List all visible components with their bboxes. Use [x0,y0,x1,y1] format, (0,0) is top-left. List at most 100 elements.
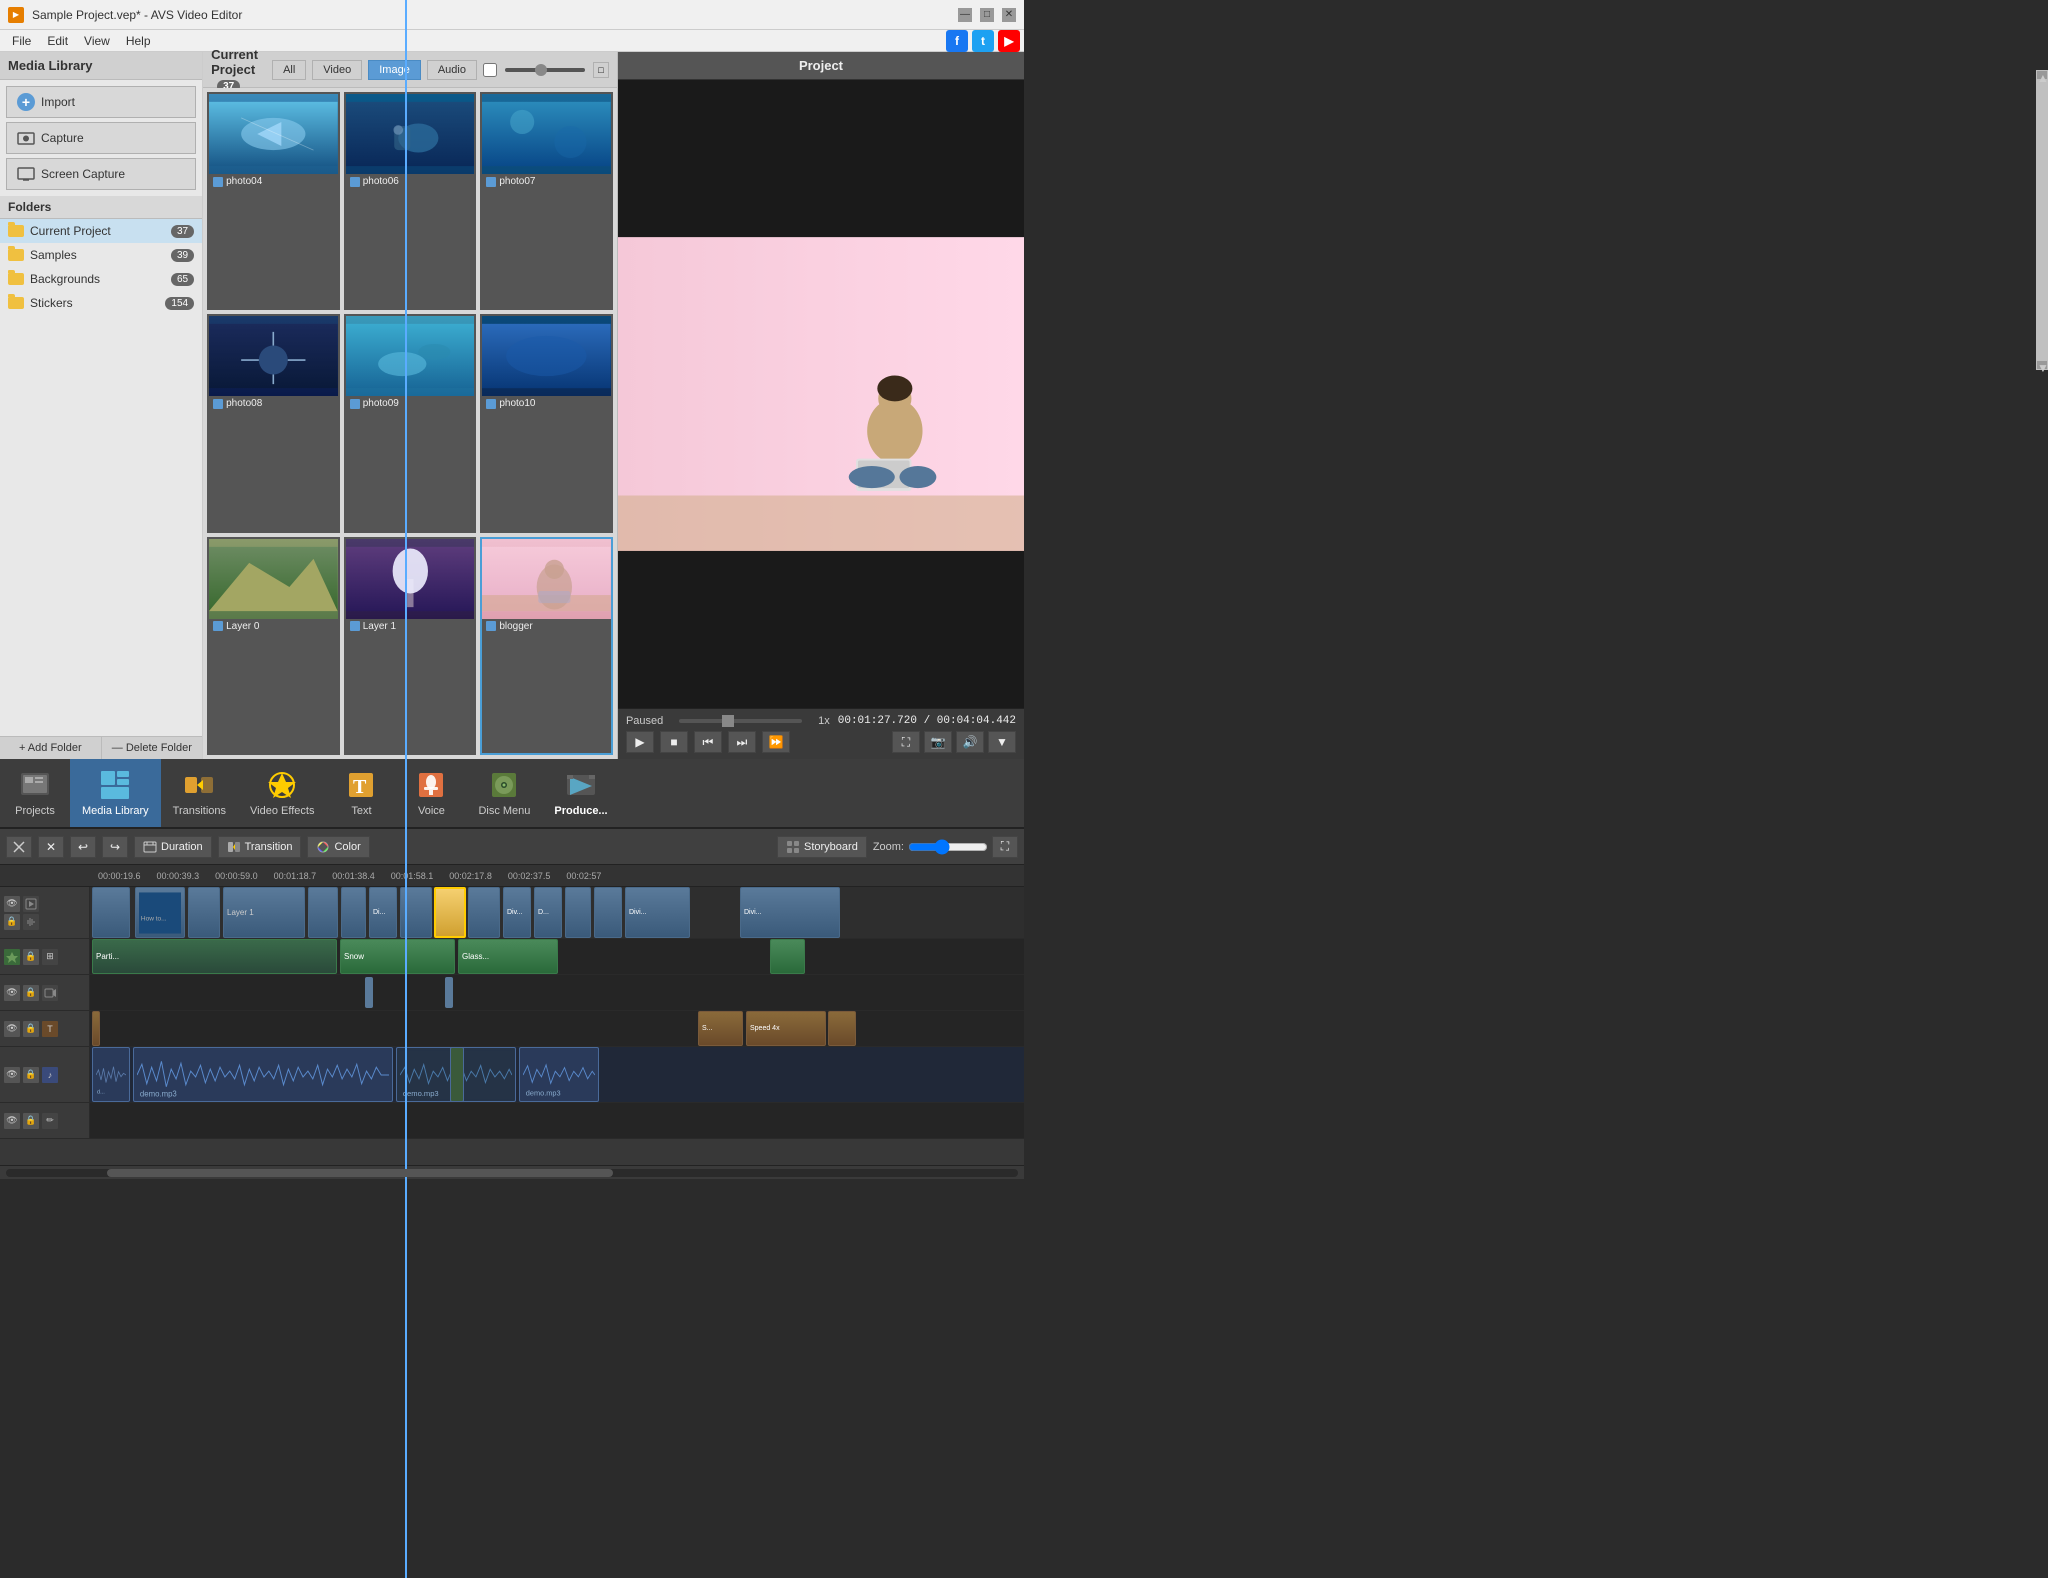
import-button[interactable]: + Import [6,86,196,118]
audio-clip-short[interactable] [450,1047,464,1102]
track-visible-button[interactable]: 👁 [4,985,20,1001]
track-lock-button[interactable]: 🔒 [23,1067,39,1083]
filter-audio[interactable]: Audio [427,60,477,80]
menu-edit[interactable]: Edit [39,32,76,50]
capture-button[interactable]: Capture [6,122,196,154]
video-clip[interactable] [341,887,366,938]
volume-button[interactable]: 🔊 [956,731,984,753]
audio-clip[interactable]: d... [92,1047,130,1102]
settings-button[interactable]: ▼ [988,731,1016,753]
menu-view[interactable]: View [76,32,118,50]
video-clip[interactable] [594,887,622,938]
filter-video[interactable]: Video [312,60,362,80]
grid-item-photo10[interactable]: photo10 [480,314,613,532]
delete-folder-button[interactable]: — Delete Folder [102,737,203,759]
grid-item-photo06[interactable]: photo06 [344,92,477,310]
grid-item-photo08[interactable]: photo08 [207,314,340,532]
track-visible-button[interactable]: 👁 [4,1113,20,1129]
facebook-icon[interactable]: f [946,30,968,52]
track-visible-button[interactable]: 👁 [4,896,20,912]
tool-produce[interactable]: Produce... [542,759,619,827]
tool-media-library[interactable]: Media Library [70,759,161,827]
track-visible-button[interactable]: 👁 [4,1021,20,1037]
grid-item-blogger[interactable]: blogger [480,537,613,755]
effect-clip[interactable]: Parti... [92,939,337,974]
audio-track-content[interactable]: d... demo.mp3 demo.mp3 demo.mp3 [90,1047,1024,1102]
storyboard-button[interactable]: Storyboard [777,836,867,858]
play-button[interactable]: ▶ [626,731,654,753]
grid-item-photo04[interactable]: photo04 [207,92,340,310]
folder-stickers[interactable]: Stickers 154 [0,291,202,315]
track-lock-button[interactable]: 🔒 [23,949,39,965]
track-lock-button[interactable]: 🔒 [23,1113,39,1129]
tool-transitions[interactable]: Transitions [161,759,238,827]
prev-button[interactable]: ⏮ [694,731,722,753]
overlay-track-content[interactable] [90,975,1024,1010]
scroll-up[interactable]: ▲ [2037,71,2047,79]
snapshot-button[interactable]: 📷 [924,731,952,753]
effects-track-content[interactable]: Parti... Snow Glass... [90,939,1024,974]
undo-button[interactable]: ↩ [70,836,96,858]
video-clip[interactable]: Div... [503,887,531,938]
tool-voice[interactable]: Voice [396,759,466,827]
audio-clip[interactable]: demo.mp3 [519,1047,599,1102]
menu-file[interactable]: File [4,32,39,50]
tool-video-effects[interactable]: Video Effects [238,759,326,827]
video-clip[interactable]: How to... [135,887,185,938]
tool-disc-menu[interactable]: Disc Menu [466,759,542,827]
text-clip[interactable]: Speed 4x [746,1011,826,1046]
video-clip[interactable] [92,887,130,938]
delete-tool-button[interactable]: ✕ [38,836,64,858]
video-clip[interactable]: Divi... [625,887,690,938]
minimize-button[interactable]: — [958,8,972,22]
close-button[interactable]: ✕ [1002,8,1016,22]
tool-projects[interactable]: Projects [0,759,70,827]
folder-samples[interactable]: Samples 39 [0,243,202,267]
video-clip[interactable]: Layer 1 [223,887,305,938]
text-clip[interactable] [828,1011,856,1046]
duration-button[interactable]: Duration [134,836,212,858]
grid-item-photo07[interactable]: photo07 [480,92,613,310]
grid-view-button[interactable]: □ [593,62,609,78]
seek-slider[interactable] [679,719,802,723]
color-button[interactable]: Color [307,836,369,858]
text-track-content[interactable]: S... Speed 4x [90,1011,1024,1046]
video-clip[interactable] [565,887,591,938]
zoom-fit-button[interactable]: ⛶ [992,836,1018,858]
grid-item-photo09[interactable]: photo09 [344,314,477,532]
size-slider[interactable] [505,68,585,72]
scroll-down[interactable]: ▼ [2037,361,2047,369]
track-lock-button[interactable]: 🔒 [23,985,39,1001]
video-clip[interactable] [308,887,338,938]
fullscreen-button[interactable]: ⛶ [892,731,920,753]
track-visible-button[interactable]: 👁 [4,1067,20,1083]
video-clip[interactable] [468,887,500,938]
twitter-icon[interactable]: t [972,30,994,52]
stop-button[interactable]: ■ [660,731,688,753]
next-button[interactable]: ⏭ [728,731,756,753]
video-track-content[interactable]: How to... Layer 1 Di... Div... D... Divi… [90,887,1024,938]
maximize-button[interactable]: □ [980,8,994,22]
video-clip[interactable]: Divi... [740,887,840,938]
tool-text[interactable]: T Text [326,759,396,827]
grid-item-layer1[interactable]: Layer 1 [344,537,477,755]
effect-clip[interactable] [770,939,805,974]
pen-track-content[interactable] [90,1103,1024,1138]
redo-button[interactable]: ↪ [102,836,128,858]
text-clip[interactable]: S... [698,1011,743,1046]
scroll-track[interactable] [6,1169,1018,1177]
fast-forward-button[interactable]: ⏩ [762,731,790,753]
transition-button[interactable]: Transition [218,836,302,858]
folder-current-project[interactable]: Current Project 37 [0,219,202,243]
video-clip[interactable]: D... [534,887,562,938]
youtube-icon[interactable]: ▶ [998,30,1020,52]
filter-all[interactable]: All [272,60,306,80]
track-lock-button[interactable]: 🔒 [23,1021,39,1037]
effect-clip[interactable]: Glass... [458,939,558,974]
scroll-thumb[interactable] [107,1169,613,1177]
text-clip[interactable] [92,1011,100,1046]
video-clip[interactable] [188,887,220,938]
video-clip-selected[interactable] [434,887,466,938]
folder-backgrounds[interactable]: Backgrounds 65 [0,267,202,291]
video-clip[interactable]: Di... [369,887,397,938]
